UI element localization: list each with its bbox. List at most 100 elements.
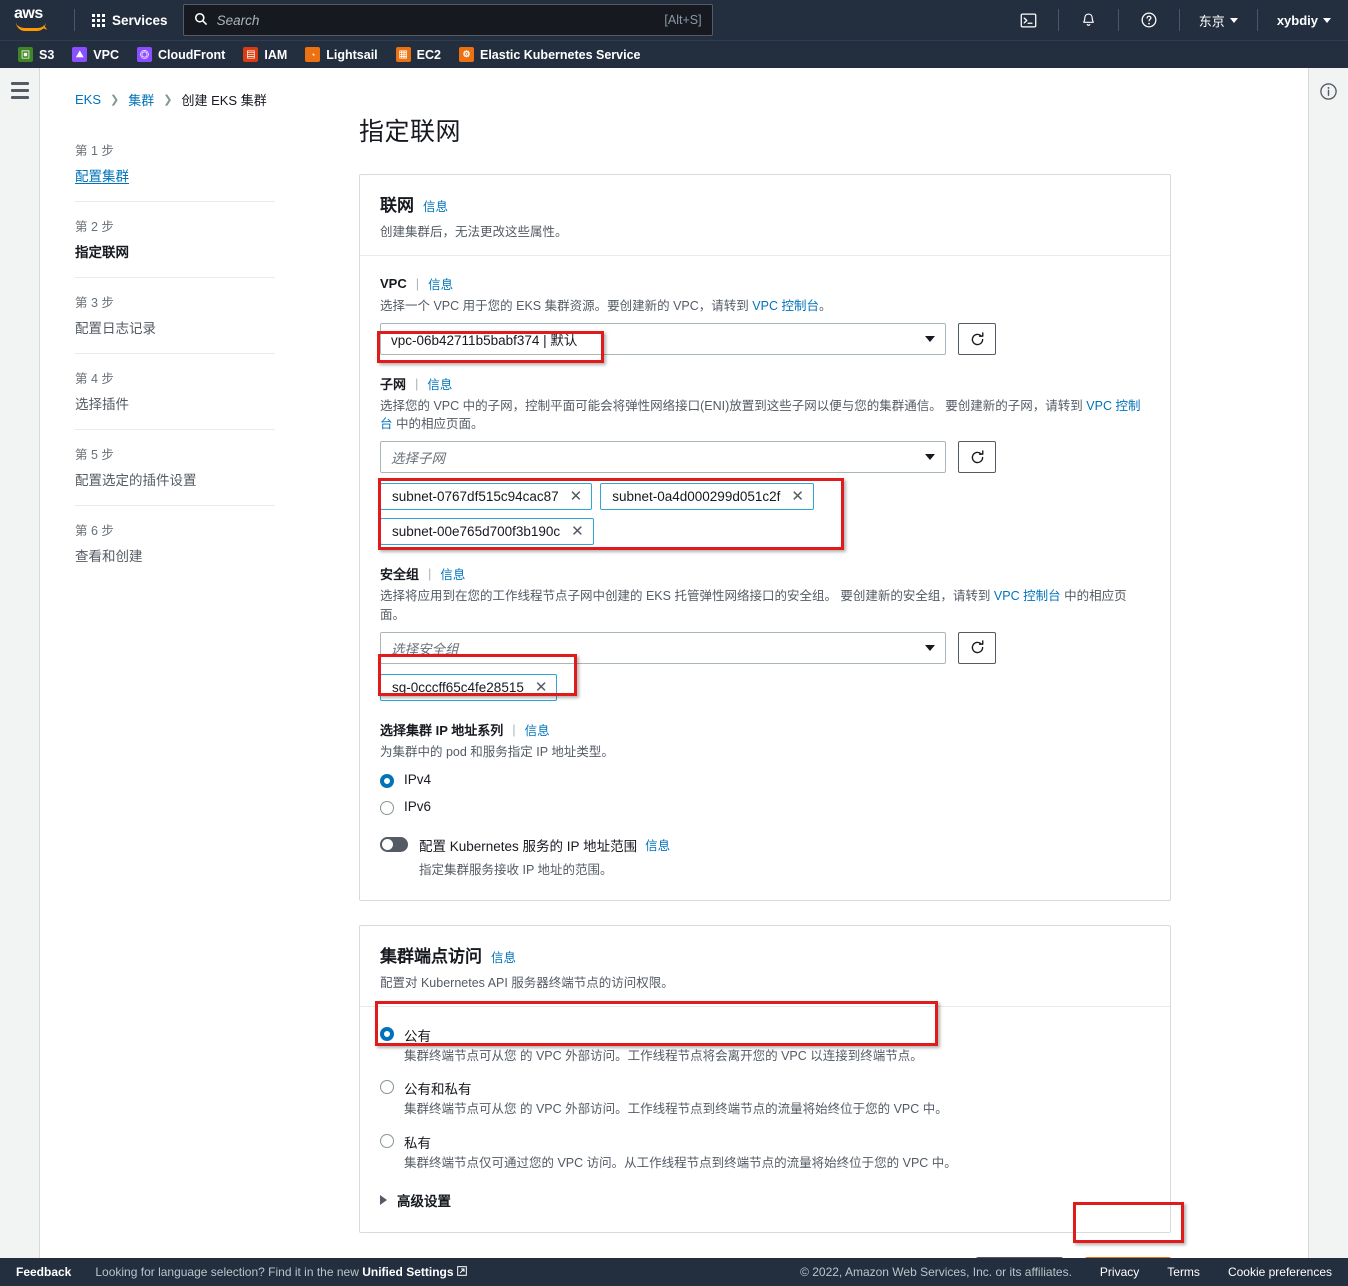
- hamburger-menu-icon[interactable]: [10, 82, 29, 99]
- vpc-select[interactable]: vpc-06b42711b5babf374 | 默认: [380, 323, 946, 356]
- step-number: 第 3 步: [75, 296, 114, 310]
- notifications-button[interactable]: [1069, 6, 1108, 35]
- favorite-s3[interactable]: ▣ S3: [18, 47, 54, 62]
- info-link[interactable]: 信息: [427, 374, 452, 393]
- step-label: 配置日志记录: [75, 321, 156, 336]
- close-icon[interactable]: ✕: [535, 680, 548, 695]
- subnets-placeholder: 选择子网: [391, 451, 445, 467]
- vpc-label-row: VPC | 信息: [380, 274, 1150, 293]
- external-link-icon: [456, 1265, 467, 1279]
- services-menu-button[interactable]: Services: [85, 8, 175, 33]
- close-icon[interactable]: ✕: [571, 524, 584, 539]
- search-input[interactable]: Search [Alt+S]: [182, 4, 713, 36]
- vpc-refresh-button[interactable]: [958, 323, 996, 356]
- endpoint-option-private[interactable]: 私有 集群终端节点仅可通过您的 VPC 访问。从工作线程节点到终端节点的流量将始…: [380, 1132, 1150, 1173]
- favorite-lightsail[interactable]: ◔ Lightsail: [305, 47, 378, 62]
- info-panel-icon[interactable]: [1319, 82, 1339, 101]
- info-link[interactable]: 信息: [428, 274, 453, 293]
- subnets-field: 子网 | 信息 选择您的 VPC 中的子网，控制平面可能会将弹性网络接口(ENI…: [380, 374, 1150, 546]
- help-button[interactable]: [1129, 5, 1169, 35]
- breadcrumb-item-current: 创建 EKS 集群: [181, 93, 267, 108]
- nav-divider: [1117, 9, 1119, 31]
- language-notice-text: Looking for language selection? Find it …: [95, 1265, 363, 1279]
- service-ip-range-description: 指定集群服务接收 IP 地址的范围。: [419, 862, 613, 877]
- wizard-steps-sidebar: 第 1 步 配置集群 第 2 步 指定联网 第 3 步 配置日志记录 第 4 步…: [75, 126, 275, 581]
- vpc-description-suffix: 。: [818, 299, 832, 313]
- favorite-ec2[interactable]: ▦ EC2: [395, 47, 441, 62]
- terms-link[interactable]: Terms: [1167, 1265, 1200, 1279]
- cookie-preferences-link[interactable]: Cookie preferences: [1228, 1265, 1332, 1279]
- step-label: 指定联网: [75, 245, 129, 260]
- iam-icon: ▤: [243, 47, 259, 62]
- breadcrumb-chevron-icon: ❯: [110, 94, 120, 106]
- region-selector[interactable]: 东京: [1190, 5, 1247, 36]
- subnets-refresh-button[interactable]: [958, 441, 996, 474]
- security-groups-description-prefix: 选择将应用到在您的工作线程节点子网中创建的 EKS 托管弹性网络接口的安全组。 …: [380, 589, 994, 604]
- info-link[interactable]: 信息: [491, 947, 516, 966]
- favorite-eks[interactable]: ⚙ Elastic Kubernetes Service: [459, 47, 641, 62]
- step-label: 查看和创建: [75, 549, 143, 564]
- radio-button[interactable]: [380, 773, 394, 788]
- ec2-icon: ▦: [395, 47, 411, 62]
- security-groups-select[interactable]: 选择安全组: [380, 631, 946, 664]
- copyright-text: © 2022, Amazon Web Services, Inc. or its…: [800, 1265, 1072, 1279]
- step-number: 第 5 步: [75, 448, 114, 462]
- ip-family-option-ipv6[interactable]: IPv6: [380, 799, 1150, 815]
- ip-family-option-label: IPv6: [404, 798, 432, 814]
- favorite-iam[interactable]: ▤ IAM: [243, 47, 287, 62]
- radio-button[interactable]: [380, 1026, 394, 1041]
- security-groups-select-row: 选择安全组: [380, 631, 1150, 664]
- endpoint-option-text: 公有和私有 集群终端节点可从您 的 VPC 外部访问。工作线程节点到终端节点的流…: [404, 1078, 948, 1119]
- security-group-token: sg-0cccff65c4fe28515 ✕: [380, 673, 558, 701]
- networking-card-title-row: 联网 信息: [380, 191, 1150, 216]
- info-link[interactable]: 信息: [645, 835, 670, 854]
- vpc-icon: ⛰: [72, 47, 88, 62]
- radio-button[interactable]: [380, 1080, 394, 1095]
- endpoint-option-description: 集群终端节点可从您 的 VPC 外部访问。工作线程节点将会离开您的 VPC 以连…: [404, 1048, 923, 1063]
- close-icon[interactable]: ✕: [791, 489, 804, 504]
- networking-card: 联网 信息 创建集群后，无法更改这些属性。 VPC | 信息 选择一个 VPC …: [359, 174, 1171, 901]
- ip-family-label-row: 选择集群 IP 地址系列 | 信息: [380, 720, 1150, 739]
- favorite-vpc[interactable]: ⛰ VPC: [72, 47, 119, 62]
- endpoint-option-text: 私有 集群终端节点仅可通过您的 VPC 访问。从工作线程节点到终端节点的流量将始…: [404, 1132, 957, 1173]
- ip-family-option-ipv4[interactable]: IPv4: [380, 772, 1150, 788]
- subnets-select-row: 选择子网: [380, 441, 1150, 474]
- unified-settings-link[interactable]: Unified Settings: [362, 1265, 453, 1279]
- sidebar-step-1[interactable]: 第 1 步 配置集群: [75, 126, 275, 202]
- label-separator: |: [512, 721, 516, 737]
- lightsail-icon: ◔: [305, 47, 321, 62]
- radio-button[interactable]: [380, 800, 394, 815]
- subnets-select[interactable]: 选择子网: [380, 441, 946, 474]
- sidebar-step-5: 第 5 步 配置选定的插件设置: [75, 430, 275, 506]
- aws-logo-smile: [16, 22, 46, 31]
- cloudshell-button[interactable]: [1009, 6, 1048, 35]
- account-menu[interactable]: xybdiy: [1268, 7, 1340, 34]
- privacy-link[interactable]: Privacy: [1100, 1265, 1139, 1279]
- step-number: 第 2 步: [75, 220, 114, 234]
- favorite-label: Lightsail: [326, 47, 378, 62]
- endpoint-option-public[interactable]: 公有 集群终端节点可从您 的 VPC 外部访问。工作线程节点将会离开您的 VPC…: [380, 1025, 1150, 1066]
- breadcrumb-item-clusters[interactable]: 集群: [128, 90, 154, 109]
- security-group-token-label: sg-0cccff65c4fe28515: [392, 679, 524, 695]
- service-ip-range-toggle[interactable]: [380, 836, 408, 852]
- endpoint-card-header: 集群端点访问 信息 配置对 Kubernetes API 服务器终端节点的访问权…: [360, 926, 1170, 1007]
- advanced-settings-disclosure[interactable]: 高级设置: [380, 1190, 1150, 1210]
- vpc-console-link[interactable]: VPC 控制台: [752, 299, 819, 313]
- info-link[interactable]: 信息: [525, 720, 550, 739]
- endpoint-card-title: 集群端点访问: [380, 946, 482, 966]
- nav-divider: [1256, 9, 1258, 31]
- radio-button[interactable]: [380, 1133, 394, 1148]
- info-link[interactable]: 信息: [423, 196, 448, 215]
- breadcrumb-item-eks[interactable]: EKS: [75, 92, 101, 107]
- endpoint-option-public-private[interactable]: 公有和私有 集群终端节点可从您 的 VPC 外部访问。工作线程节点到终端节点的流…: [380, 1078, 1150, 1119]
- account-label: xybdiy: [1276, 12, 1318, 28]
- aws-logo[interactable]: aws: [14, 6, 58, 34]
- service-ip-range-text: 配置 Kubernetes 服务的 IP 地址范围 信息 指定集群服务接收 IP…: [419, 835, 670, 878]
- info-link[interactable]: 信息: [440, 564, 465, 583]
- favorite-cloudfront[interactable]: ◎ CloudFront: [137, 47, 225, 62]
- security-groups-refresh-button[interactable]: [958, 631, 996, 664]
- step-label[interactable]: 配置集群: [75, 165, 275, 185]
- close-icon[interactable]: ✕: [570, 489, 583, 504]
- vpc-console-link[interactable]: VPC 控制台: [994, 589, 1061, 603]
- feedback-link[interactable]: Feedback: [16, 1265, 71, 1279]
